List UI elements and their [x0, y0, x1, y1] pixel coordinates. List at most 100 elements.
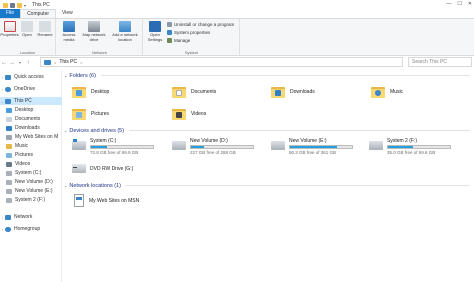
media-icon: [63, 21, 75, 32]
drive-icon: [6, 179, 12, 185]
drive-label: System (C:): [90, 138, 117, 144]
documents-folder-icon: [172, 86, 186, 98]
drive-usage-bar: [387, 145, 451, 149]
sidebar-item-network[interactable]: › Network: [0, 213, 62, 221]
pictures-icon: [6, 152, 12, 158]
window-title: This PC: [32, 2, 50, 8]
folder-icon: [3, 2, 8, 8]
network-drive-icon: [88, 21, 100, 32]
open-settings-button[interactable]: Open Settings: [146, 21, 164, 42]
sidebar-item-onedrive[interactable]: › OneDrive: [0, 85, 62, 93]
sidebar-item-this-pc[interactable]: ⌄ This PC: [0, 97, 62, 105]
access-media-button[interactable]: Access media: [60, 21, 78, 42]
network-location-my-web-sites[interactable]: My Web Sites on MSN: [74, 194, 139, 207]
sidebar-item-volume-d[interactable]: New Volume (D:): [0, 178, 62, 186]
folder-videos[interactable]: Videos: [172, 108, 206, 120]
quick-access-toolbar: ▾: [0, 2, 26, 8]
chevron-down-icon[interactable]: ⌄: [64, 128, 67, 133]
group-label-system: System: [184, 50, 199, 55]
drive-icon: [6, 197, 12, 203]
folder-music[interactable]: Music: [371, 86, 403, 98]
downloads-folder-icon: [271, 86, 285, 98]
new-folder-icon[interactable]: [17, 2, 22, 8]
sidebar-item-pictures[interactable]: Pictures: [0, 151, 62, 159]
sidebar-item-music[interactable]: Music: [0, 142, 62, 150]
music-icon: [6, 143, 12, 149]
network-locations-section-header[interactable]: ⌄ Network locations (1): [64, 182, 470, 189]
uninstall-icon: [167, 22, 172, 27]
customize-toolbar-icon[interactable]: ▾: [24, 3, 26, 8]
tab-file[interactable]: File: [0, 9, 21, 18]
open-button[interactable]: Open: [20, 21, 34, 38]
group-label-location: Location: [19, 50, 36, 55]
open-icon: [21, 21, 33, 32]
breadcrumb-separator: >: [54, 59, 57, 65]
rename-button[interactable]: Rename: [36, 21, 54, 38]
windows-drive-icon: [72, 139, 86, 150]
sidebar-item-volume-e[interactable]: New Volume (E:): [0, 187, 62, 195]
downloads-icon: [6, 125, 12, 131]
sidebar-item-desktop[interactable]: Desktop: [0, 106, 62, 114]
sidebar-item-system-c[interactable]: System (C:): [0, 169, 62, 177]
drive-icon: [6, 188, 12, 194]
system-properties-button[interactable]: System properties: [167, 30, 210, 35]
sidebar-item-downloads[interactable]: Downloads: [0, 124, 62, 132]
sidebar-item-homegroup[interactable]: › Homegroup: [0, 225, 62, 233]
forward-arrow-icon[interactable]: →: [8, 60, 16, 66]
properties-button[interactable]: Properties: [0, 21, 19, 38]
chevron-down-icon[interactable]: ⌄: [64, 183, 67, 188]
sidebar-item-system-2-f[interactable]: System 2 (F:): [0, 196, 62, 204]
folders-section-header[interactable]: ⌄ Folders (6): [64, 72, 470, 79]
up-arrow-icon[interactable]: ↑: [24, 60, 32, 66]
back-arrow-icon[interactable]: ←: [0, 60, 8, 66]
drive-system-c[interactable]: System (C:) 73.8 GB free of 99.9 GB: [72, 138, 154, 155]
videos-icon: [6, 161, 12, 167]
manage-button[interactable]: Manage: [167, 38, 190, 43]
drive-free-space: 73.8 GB free of 99.9 GB: [90, 150, 139, 155]
star-icon: [5, 74, 11, 80]
drive-system-2-f[interactable]: System 2 (F:) 35.0 GB free of 59.6 GB: [369, 138, 451, 155]
drive-volume-d[interactable]: New Volume (D:) 227 GB free of 288 GB: [172, 138, 254, 155]
search-input[interactable]: Search This PC: [408, 57, 472, 67]
cloud-icon: [5, 86, 11, 92]
pictures-folder-icon: [72, 108, 86, 120]
close-button[interactable]: ✕: [468, 1, 472, 7]
chevron-down-icon[interactable]: ⌄: [64, 73, 67, 78]
recent-locations-icon[interactable]: ▾: [16, 60, 24, 65]
drive-label: System 2 (F:): [387, 138, 418, 144]
drive-dvd-g[interactable]: DVD RW Drive (G:): [72, 164, 133, 173]
tab-computer[interactable]: Computer: [20, 9, 57, 18]
manage-icon: [167, 38, 172, 43]
web-folder-icon: [74, 194, 84, 207]
breadcrumb-this-pc[interactable]: This PC: [59, 59, 77, 65]
map-network-drive-button[interactable]: Map network drive: [81, 21, 107, 42]
documents-icon: [6, 116, 12, 122]
folder-desktop[interactable]: Desktop: [72, 86, 109, 98]
minimize-button[interactable]: —: [446, 1, 451, 7]
tab-view[interactable]: View: [56, 9, 79, 18]
ribbon-group-system: Open Settings Uninstall or change a prog…: [144, 19, 240, 56]
folder-documents[interactable]: Documents: [172, 86, 216, 98]
address-bar[interactable]: > This PC >: [40, 57, 403, 67]
sidebar-item-videos[interactable]: Videos: [0, 160, 62, 168]
drive-free-space: 227 GB free of 288 GB: [190, 150, 236, 155]
maximize-button[interactable]: ☐: [457, 1, 461, 7]
properties-icon[interactable]: [10, 2, 15, 8]
add-network-location-button[interactable]: Add a network location: [109, 21, 141, 42]
sidebar-item-my-web-sites[interactable]: My Web Sites on M: [0, 133, 62, 141]
sidebar-item-quick-access[interactable]: › Quick access: [0, 73, 62, 81]
drive-volume-e[interactable]: New Volume (E:) 90.3 GB free of 361 GB: [271, 138, 353, 155]
sidebar-item-documents[interactable]: Documents: [0, 115, 62, 123]
uninstall-program-button[interactable]: Uninstall or change a program: [167, 22, 234, 27]
drive-usage-bar: [190, 145, 254, 149]
network-location-icon: [6, 134, 12, 140]
folder-pictures[interactable]: Pictures: [72, 108, 109, 120]
content-pane: ⌄ Folders (6) Desktop Documents Download…: [64, 70, 474, 282]
drive-label: New Volume (D:): [190, 138, 228, 144]
breadcrumb-separator: >: [80, 59, 83, 65]
network-icon: [5, 214, 11, 220]
devices-section-header[interactable]: ⌄ Devices and drives (5): [64, 127, 470, 134]
folder-downloads[interactable]: Downloads: [271, 86, 315, 98]
properties-icon: [3, 21, 16, 32]
drive-icon: [271, 141, 285, 150]
